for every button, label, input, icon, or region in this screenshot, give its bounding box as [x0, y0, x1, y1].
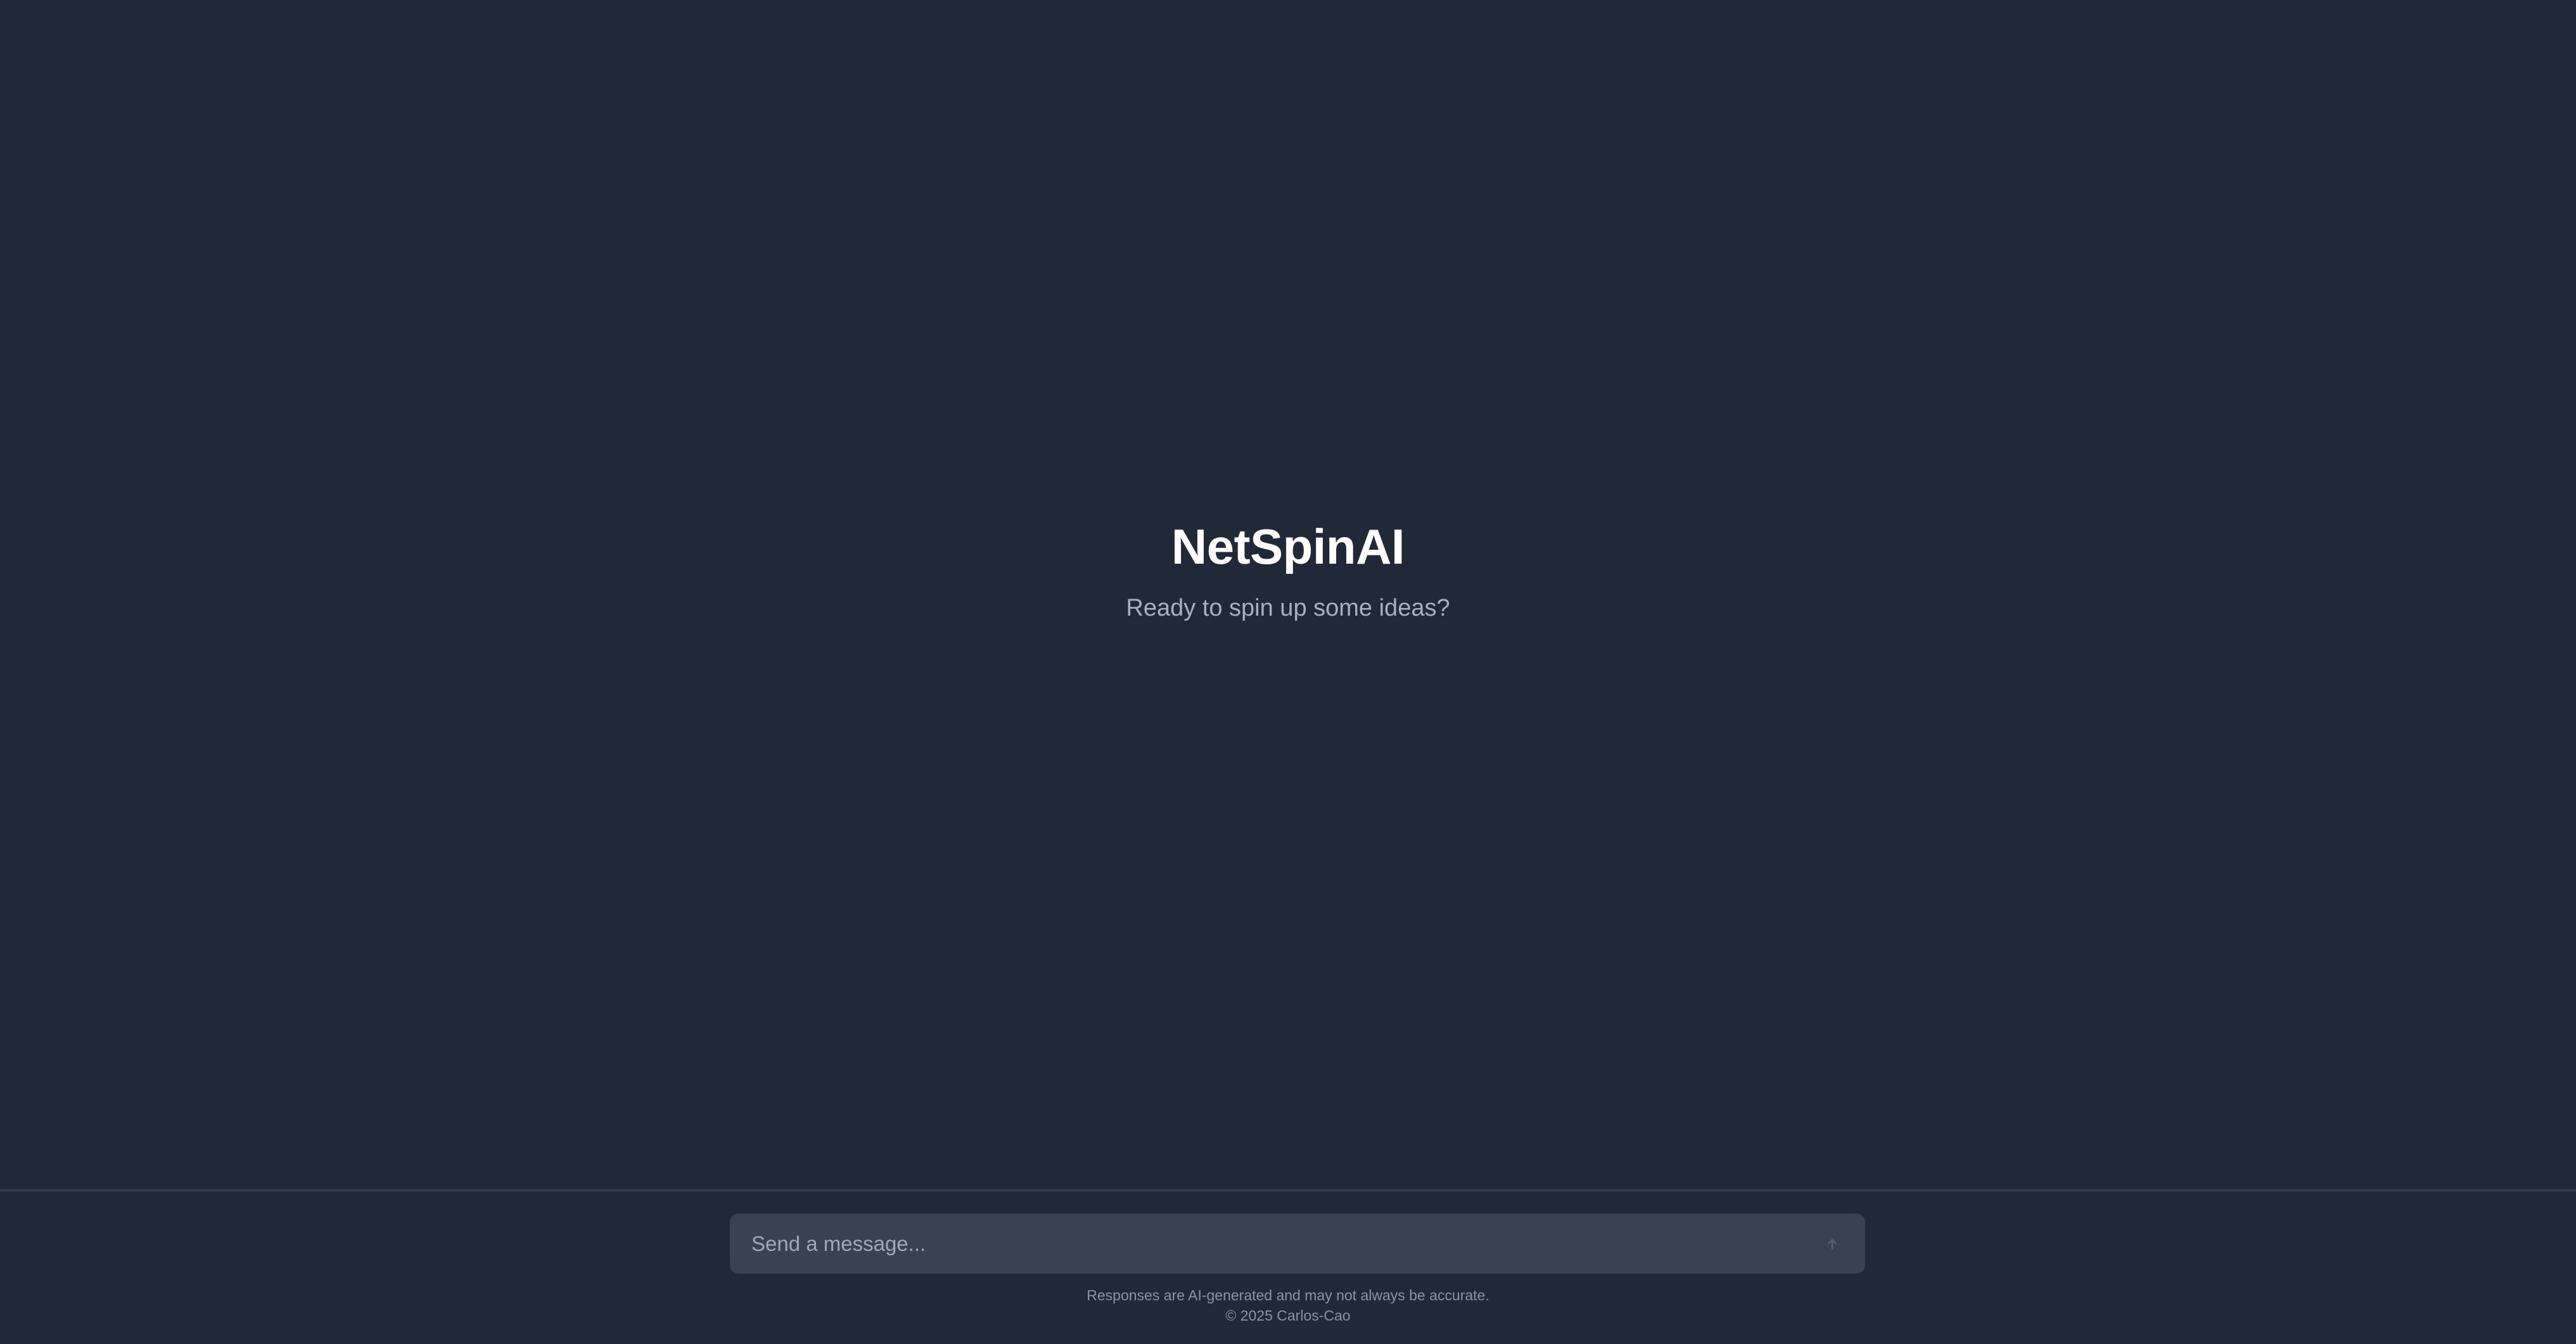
app-root: NetSpinAI Ready to spin up some ideas? R… — [0, 0, 2576, 1344]
app-title: NetSpinAI — [1171, 519, 1405, 574]
arrow-up-icon — [1825, 1237, 1839, 1251]
message-input[interactable] — [750, 1213, 1814, 1274]
welcome-subtitle: Ready to spin up some ideas? — [1126, 595, 1450, 621]
message-composer — [730, 1213, 1865, 1274]
copyright-notice: © 2025 Carlos-Cao — [1225, 1307, 1351, 1324]
welcome-area: NetSpinAI Ready to spin up some ideas? — [0, 0, 2576, 1189]
send-button[interactable] — [1814, 1226, 1850, 1262]
composer-footer: Responses are AI-generated and may not a… — [0, 1189, 2576, 1344]
ai-disclaimer: Responses are AI-generated and may not a… — [1087, 1287, 1489, 1303]
